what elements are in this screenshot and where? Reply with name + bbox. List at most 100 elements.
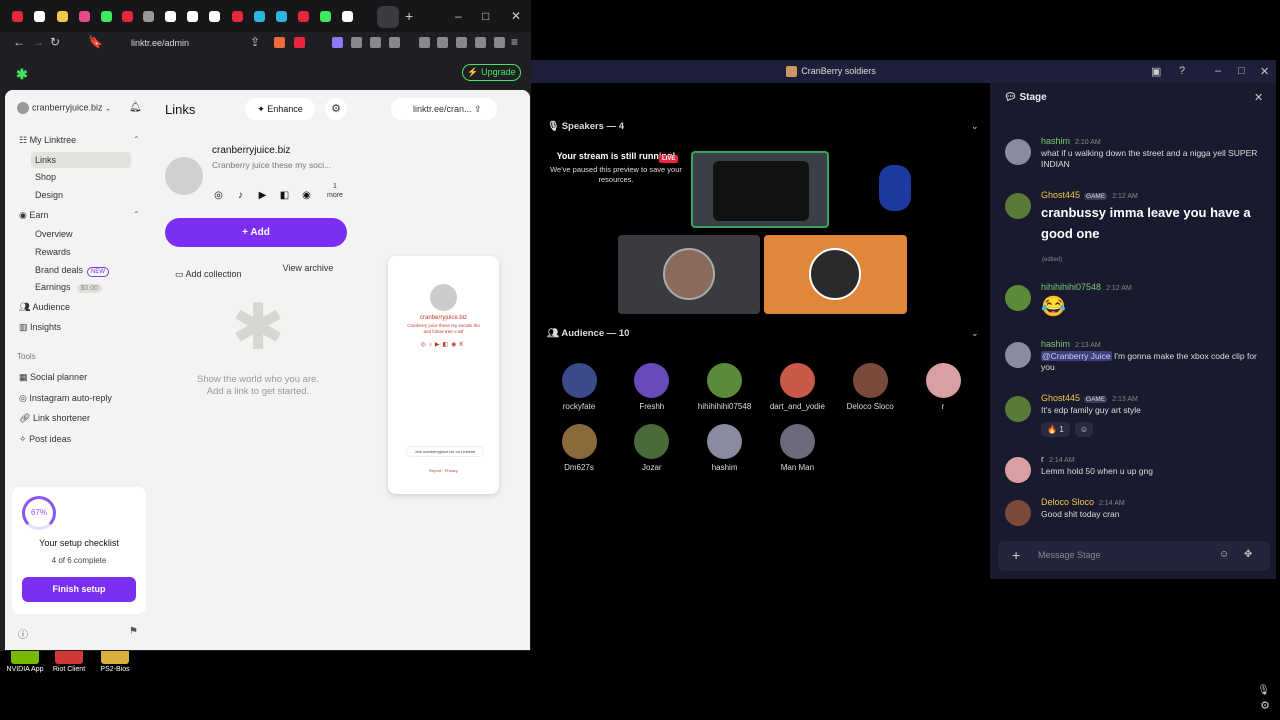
reload-icon[interactable]: ↻ xyxy=(50,35,60,49)
tab-favicon[interactable] xyxy=(298,11,309,22)
maximize-button[interactable]: □ xyxy=(482,9,489,23)
brave-rewards-icon[interactable] xyxy=(294,37,305,48)
notification-bell-icon[interactable]: 🔔︎ xyxy=(129,102,142,113)
sidebar-group-my-linktree[interactable]: ☷ My Linktree xyxy=(19,135,76,146)
music-icon[interactable] xyxy=(419,37,430,48)
new-tab-button[interactable]: + xyxy=(405,8,413,24)
sidebar-item-design[interactable]: Design xyxy=(35,190,63,200)
add-link-button[interactable]: + Add xyxy=(165,218,347,247)
close-icon[interactable]: ✕ xyxy=(1254,91,1263,104)
sidebar-item-audience[interactable]: 👥︎ Audience xyxy=(19,302,70,313)
tab-favicon[interactable] xyxy=(79,11,90,22)
linktree-logo-icon[interactable]: ✱ xyxy=(16,66,28,83)
extension-icon[interactable] xyxy=(332,37,343,48)
help-icon[interactable]: ⓘ xyxy=(18,626,28,641)
sidebar-item-post-ideas[interactable]: ✧ Post ideas xyxy=(19,434,71,445)
extensions-puzzle-icon[interactable] xyxy=(370,37,381,48)
sidebar-item-instagram-auto-reply[interactable]: ◎ Instagram auto-reply xyxy=(19,393,112,404)
speaker-tile[interactable] xyxy=(833,151,977,228)
sidebar-group-earn[interactable]: ◉ Earn xyxy=(19,210,48,221)
bookmark-icon[interactable]: 🔖 xyxy=(88,35,103,49)
back-icon[interactable]: ← xyxy=(13,35,25,49)
add-reaction-icon[interactable]: ☺ xyxy=(1075,422,1093,437)
sidebar-item-link-shortener[interactable]: 🔗︎ Link shortener xyxy=(19,413,90,424)
speaker-tile[interactable] xyxy=(618,235,760,314)
sidebar-item-brand-deals[interactable]: Brand deals NEW xyxy=(35,265,110,277)
finish-setup-button[interactable]: Finish setup xyxy=(22,577,136,602)
twitch-icon[interactable]: ◧ xyxy=(278,189,291,202)
sidebar-item-rewards[interactable]: Rewards xyxy=(35,247,71,257)
audience-member[interactable]: hihihihihi07548 xyxy=(690,363,760,411)
view-archive-button[interactable]: View archive xyxy=(268,262,348,274)
tab-favicon[interactable] xyxy=(101,11,112,22)
tab-favicon[interactable] xyxy=(232,11,243,22)
menu-icon[interactable]: ≡ xyxy=(511,35,518,49)
tab-favicon[interactable] xyxy=(254,11,265,22)
audience-member[interactable]: r xyxy=(908,363,978,411)
account-switcher[interactable]: cranberryjuice.biz ⌄ xyxy=(17,102,111,114)
discord-icon[interactable]: ◉ xyxy=(300,189,313,202)
minimize-button[interactable]: – xyxy=(455,9,462,23)
youtube-icon[interactable]: ▶ xyxy=(256,189,269,202)
tab-favicon[interactable] xyxy=(143,11,154,22)
emoji-icon[interactable]: ☺ xyxy=(1219,549,1229,560)
tab-favicon[interactable] xyxy=(122,11,133,22)
share-icon[interactable]: ⇪ xyxy=(250,35,260,49)
user-mention[interactable]: @Cranberry Juice xyxy=(1041,351,1112,361)
settings-icon[interactable]: ⚙ xyxy=(1260,699,1270,712)
active-tab[interactable] xyxy=(377,6,399,28)
maximize-button[interactable]: □ xyxy=(1238,65,1245,77)
inbox-icon[interactable]: ▣ xyxy=(1151,65,1161,78)
speaker-tile[interactable] xyxy=(764,235,907,314)
audience-member[interactable]: Dm627s xyxy=(544,424,614,472)
audience-member[interactable]: dart_and_yodie xyxy=(762,363,832,411)
tab-favicon[interactable] xyxy=(187,11,198,22)
address-bar[interactable]: linktr.ee/admin xyxy=(108,33,266,53)
settings-gear-icon[interactable]: ⚙ xyxy=(325,98,347,120)
chevron-up-icon[interactable]: ⌃ xyxy=(133,210,140,219)
close-button[interactable]: ✕ xyxy=(1260,65,1269,78)
add-collection-button[interactable]: ▭ Add collection xyxy=(175,269,242,280)
audience-member[interactable]: Freshh xyxy=(617,363,687,411)
stream-tile[interactable] xyxy=(691,151,829,228)
chevron-down-icon[interactable]: ⌄ xyxy=(971,121,979,132)
sidebar-item-insights[interactable]: ▥ Insights xyxy=(19,322,61,333)
vpn-icon[interactable] xyxy=(494,37,505,48)
microphone-icon[interactable]: 🎙 xyxy=(1257,685,1270,696)
sidebar-item-links[interactable]: Links xyxy=(31,152,131,168)
sidebar-icon[interactable] xyxy=(437,37,448,48)
tab-favicon[interactable] xyxy=(209,11,220,22)
profile-avatar[interactable] xyxy=(165,157,203,195)
tab-favicon[interactable] xyxy=(320,11,331,22)
brave-shields-icon[interactable] xyxy=(274,37,285,48)
sidebar-item-shop[interactable]: Shop xyxy=(35,172,56,182)
extension-icon[interactable] xyxy=(389,37,400,48)
minimize-button[interactable]: – xyxy=(1215,65,1221,77)
tab-favicon[interactable] xyxy=(342,11,353,22)
tab-favicon[interactable] xyxy=(276,11,287,22)
more-socials[interactable]: 1 more xyxy=(327,182,343,200)
close-button[interactable]: ✕ xyxy=(511,9,521,23)
sidebar-item-overview[interactable]: Overview xyxy=(35,229,73,239)
audience-member[interactable]: rockyfate xyxy=(544,363,614,411)
chevron-down-icon[interactable]: ⌄ xyxy=(971,328,979,339)
extension-icon[interactable] xyxy=(351,37,362,48)
audience-member[interactable]: Man Man xyxy=(762,424,832,472)
upgrade-button[interactable]: ⚡ Upgrade xyxy=(462,64,521,81)
message-input[interactable]: + Message Stage ☺ ✥ xyxy=(998,541,1270,571)
profile-name[interactable]: cranberryjuice.biz xyxy=(212,145,290,156)
leo-icon[interactable] xyxy=(475,37,486,48)
tab-favicon[interactable] xyxy=(12,11,23,22)
attach-plus-icon[interactable]: + xyxy=(1012,547,1020,563)
apps-icon[interactable]: ✥ xyxy=(1244,549,1252,560)
help-icon[interactable]: ? xyxy=(1179,65,1185,77)
profile-bio[interactable]: Cranberry juice these my soci... xyxy=(212,160,352,170)
enhance-button[interactable]: ✦ Enhance xyxy=(245,98,315,120)
tab-favicon[interactable] xyxy=(165,11,176,22)
audience-member[interactable]: Jozar xyxy=(617,424,687,472)
share-url-button[interactable]: linktr.ee/cran... ⇪ xyxy=(391,98,497,120)
chevron-up-icon[interactable]: ⌃ xyxy=(133,135,140,144)
tab-favicon[interactable] xyxy=(34,11,45,22)
wallet-icon[interactable] xyxy=(456,37,467,48)
tiktok-icon[interactable]: ♪ xyxy=(234,189,247,202)
